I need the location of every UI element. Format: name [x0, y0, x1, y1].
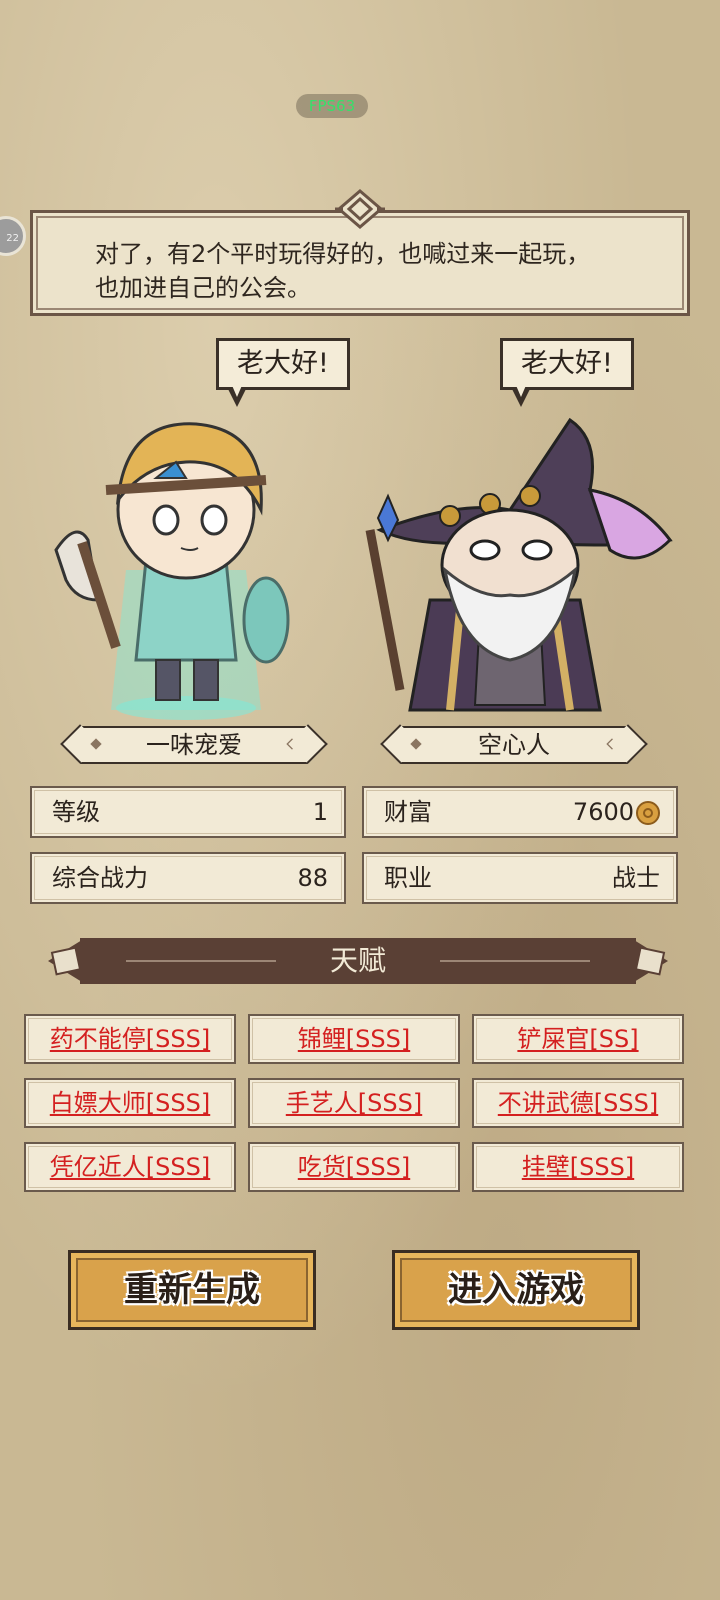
- talent-tag[interactable]: 白嫖大师[SSS]: [24, 1078, 236, 1128]
- job-value: 战士: [612, 864, 660, 892]
- speech-text-left: 老大好!: [237, 348, 329, 379]
- talent-title: 天赋: [329, 944, 386, 977]
- job-stat: 职业 战士: [362, 852, 678, 904]
- dialog-text: 对了，有2个平时玩得好的，也喊过来一起玩， 也加进自己的公会。: [95, 237, 667, 305]
- wealth-stat: 财富 7600: [362, 786, 678, 838]
- talent-tag[interactable]: 吃货[SSS]: [248, 1142, 460, 1192]
- dialog-line-1: 对了，有2个平时玩得好的，也喊过来一起玩，: [95, 240, 591, 268]
- speech-bubble-right: 老大好!: [500, 338, 634, 407]
- talent-tag[interactable]: 铲屎官[SS]: [472, 1014, 684, 1064]
- coin-icon: [636, 801, 660, 825]
- warrior-character[interactable]: [36, 400, 326, 730]
- power-label: 综合战力: [52, 864, 148, 892]
- talent-tag[interactable]: 手艺人[SSS]: [248, 1078, 460, 1128]
- dialog-box: 对了，有2个平时玩得好的，也喊过来一起玩， 也加进自己的公会。: [30, 189, 690, 316]
- level-label: 等级: [52, 798, 100, 826]
- wizard-character[interactable]: [340, 400, 680, 730]
- speech-text-right: 老大好!: [521, 348, 613, 379]
- character-nameplate-left: 一味宠爱: [80, 726, 308, 764]
- dialog-line-2: 也加进自己的公会。: [95, 274, 311, 302]
- character-nameplate-right: 空心人: [400, 726, 628, 764]
- talent-tag[interactable]: 药不能停[SSS]: [24, 1014, 236, 1064]
- job-label: 职业: [384, 864, 432, 892]
- regenerate-button[interactable]: 重新生成: [68, 1250, 316, 1330]
- talent-tag[interactable]: 锦鲤[SSS]: [248, 1014, 460, 1064]
- wealth-label: 财富: [384, 798, 432, 826]
- talent-tag[interactable]: 凭亿近人[SSS]: [24, 1142, 236, 1192]
- power-value: 88: [297, 864, 328, 892]
- side-float-button[interactable]: 22: [0, 216, 26, 256]
- wealth-value: 7600: [572, 798, 634, 826]
- talent-banner: 天赋: [46, 936, 670, 986]
- power-stat: 综合战力 88: [30, 852, 346, 904]
- talent-tag[interactable]: 挂壁[SSS]: [472, 1142, 684, 1192]
- talent-tag[interactable]: 不讲武德[SSS]: [472, 1078, 684, 1128]
- level-value: 1: [312, 798, 328, 826]
- diamond-emblem-icon: [335, 189, 385, 229]
- speech-bubble-left: 老大好!: [216, 338, 350, 407]
- character-name-right: 空心人: [478, 731, 550, 759]
- level-stat: 等级 1: [30, 786, 346, 838]
- fps-counter: FPS63: [296, 94, 368, 118]
- character-name-left: 一味宠爱: [146, 731, 242, 759]
- enter-game-button[interactable]: 进入游戏: [392, 1250, 640, 1330]
